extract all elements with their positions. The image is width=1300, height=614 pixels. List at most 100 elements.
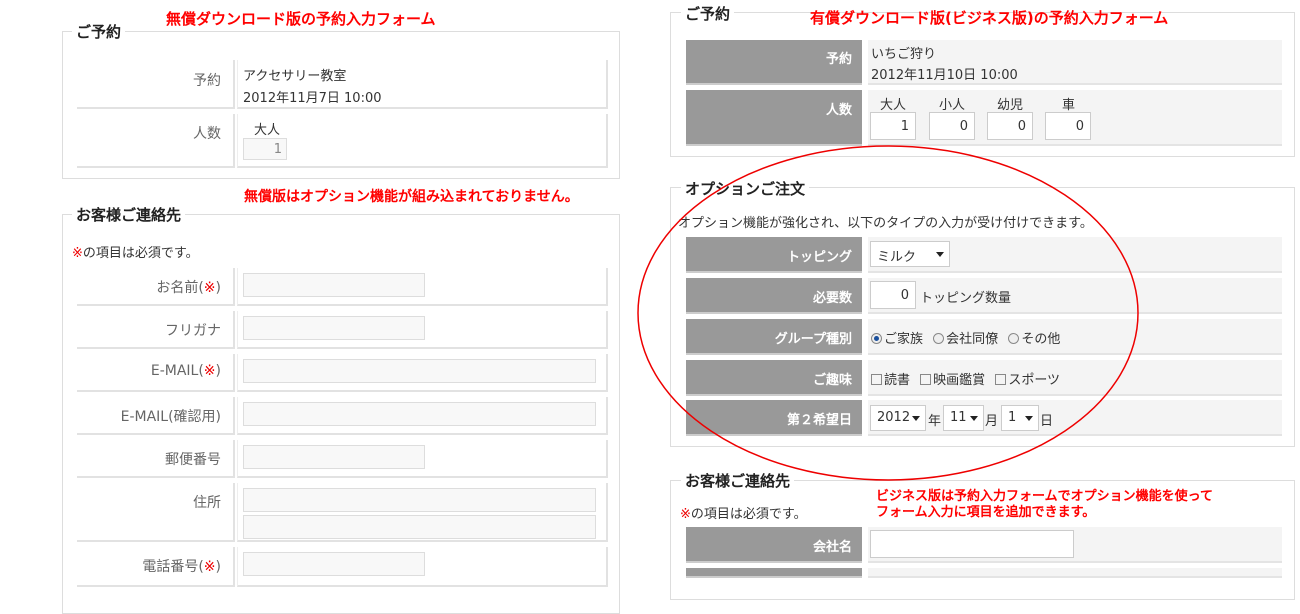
infant-label: 幼児 xyxy=(997,98,1024,113)
label-text: E-MAIL(確認用) xyxy=(120,409,221,425)
radio-label: ご家族 xyxy=(884,332,924,347)
hobby-label: ご趣味 xyxy=(686,360,862,396)
free-contact-legend: お客様ご連絡先 xyxy=(72,204,186,225)
contact-field-value xyxy=(237,483,608,542)
label-count: 人数 xyxy=(77,114,235,168)
label-text: 郵便番号 xyxy=(165,452,221,468)
contact-field-label: 電話番号(※) xyxy=(77,547,235,587)
contact-input[interactable] xyxy=(243,488,596,512)
radio-coworkers[interactable]: 会社同僚 xyxy=(933,332,998,347)
label-reservation: 予約 xyxy=(77,60,235,109)
contact-input[interactable] xyxy=(243,316,425,340)
free-options-annotation: 無償版はオプション機能が組み込まれておりません。 xyxy=(244,189,579,205)
radio-other[interactable]: その他 xyxy=(1008,332,1060,347)
day-selected: 1 xyxy=(1008,410,1017,425)
contact-input[interactable] xyxy=(243,359,596,383)
free-form-annotation: 無償ダウンロード版の予約入力フォーム xyxy=(166,10,436,28)
year-select[interactable]: 2012 xyxy=(870,405,926,431)
required-mark: ※ xyxy=(203,559,216,575)
label-text: フリガナ xyxy=(165,323,221,339)
contact-input[interactable] xyxy=(243,273,425,297)
topping-selected: ミルク xyxy=(877,250,917,265)
company-label: 会社名 xyxy=(686,527,862,563)
radio-icon xyxy=(933,333,945,344)
required-note: ※の項目は必須です。 xyxy=(72,242,199,261)
topping-select[interactable]: ミルク xyxy=(870,241,950,267)
checkbox-label: スポーツ xyxy=(1008,373,1061,388)
paid-reservation-legend: ご予約 xyxy=(681,3,735,24)
checkbox-reading[interactable]: 読書 xyxy=(871,373,910,388)
radio-icon xyxy=(1008,333,1020,344)
contact-field-value xyxy=(237,354,608,392)
contact-input[interactable] xyxy=(243,552,425,576)
month-select[interactable]: 11 xyxy=(943,405,984,431)
day-select[interactable]: 1 xyxy=(1001,405,1039,431)
contact-field-label: E-MAIL(確認用) xyxy=(77,397,235,435)
hobby-checkbox-group: 読書 映画鑑賞 スポーツ xyxy=(871,369,1066,388)
next-row-label xyxy=(686,568,862,578)
required-mark: ※ xyxy=(680,507,691,522)
radio-label: その他 xyxy=(1021,332,1061,347)
paid-count-value: 大人 1 小人 0 幼児 0 車 0 xyxy=(868,90,1282,146)
hobby-row: 読書 映画鑑賞 スポーツ xyxy=(868,360,1282,396)
event-datetime: 2012年11月7日 10:00 xyxy=(243,91,382,106)
company-input[interactable] xyxy=(870,530,1074,558)
adult-input[interactable]: 1 xyxy=(870,112,916,140)
required-mark: ※ xyxy=(203,280,216,296)
paid-contact-legend: お客様ご連絡先 xyxy=(681,470,795,491)
paid-options-annotation: ビジネス版は予約入力フォームでオプション機能を使って フォーム入力に項目を追加でき… xyxy=(876,489,1213,521)
child-label: 小人 xyxy=(939,98,966,113)
free-reservation-legend: ご予約 xyxy=(72,21,126,42)
paid-event-name: いちご狩り xyxy=(871,47,937,62)
event-name: アクセサリー教室 xyxy=(243,69,347,84)
label-text: ) xyxy=(215,559,221,575)
car-label: 車 xyxy=(1062,98,1076,113)
label-text: 住所 xyxy=(193,495,221,511)
required-note-text: の項目は必須です。 xyxy=(690,507,807,522)
contact-field-value xyxy=(237,547,608,587)
required-note-text: の項目は必須です。 xyxy=(82,246,199,261)
month-unit: 月 xyxy=(985,414,999,429)
infant-input[interactable]: 0 xyxy=(987,112,1033,140)
qty-label: 必要数 xyxy=(686,278,862,314)
year-selected: 2012 xyxy=(877,410,911,425)
checkbox-movies[interactable]: 映画鑑賞 xyxy=(920,373,985,388)
company-row xyxy=(868,527,1282,563)
label-text: お名前( xyxy=(156,280,204,296)
day-unit: 日 xyxy=(1040,414,1054,429)
checkbox-sports[interactable]: スポーツ xyxy=(995,373,1060,388)
qty-input[interactable]: 0 xyxy=(870,281,916,309)
adult-input[interactable]: 1 xyxy=(243,138,287,160)
month-selected: 11 xyxy=(950,410,967,425)
contact-input[interactable] xyxy=(243,515,596,539)
contact-field-value xyxy=(237,397,608,435)
required-mark: ※ xyxy=(203,363,216,379)
options-legend: オプションご注文 xyxy=(681,178,810,199)
second-date-row: 2012 年 11 月 1 日 xyxy=(868,400,1282,436)
checkbox-icon xyxy=(871,374,882,385)
checkbox-icon xyxy=(920,374,932,385)
paid-form-annotation: 有償ダウンロード版(ビジネス版)の予約入力フォーム xyxy=(810,9,1169,27)
paid-label-count: 人数 xyxy=(686,90,862,146)
checkbox-label: 映画鑑賞 xyxy=(933,373,986,388)
radio-label: 会社同僚 xyxy=(946,332,999,347)
next-row-value xyxy=(868,568,1282,578)
chevron-down-icon xyxy=(912,416,920,421)
radio-family[interactable]: ご家族 xyxy=(871,332,923,347)
paid-event-datetime: 2012年11月10日 10:00 xyxy=(871,68,1018,83)
contact-field-value xyxy=(237,440,608,478)
chevron-down-icon xyxy=(970,416,978,421)
car-input[interactable]: 0 xyxy=(1045,112,1091,140)
paid-required-note: ※の項目は必須です。 xyxy=(680,503,807,522)
paid-label-reservation: 予約 xyxy=(686,40,862,85)
contact-field-label: 住所 xyxy=(77,483,235,542)
chevron-down-icon xyxy=(936,252,944,257)
annotation-line: ビジネス版は予約入力フォームでオプション機能を使って xyxy=(876,489,1213,504)
group-radio-group: ご家族 会社同僚 その他 xyxy=(871,328,1066,347)
contact-input[interactable] xyxy=(243,445,425,469)
contact-field-value xyxy=(237,311,608,349)
adult-label: 大人 xyxy=(880,98,907,113)
contact-input[interactable] xyxy=(243,402,596,426)
child-input[interactable]: 0 xyxy=(929,112,975,140)
options-description: オプション機能が強化され、以下のタイプの入力が受け付けできます。 xyxy=(678,216,1093,231)
